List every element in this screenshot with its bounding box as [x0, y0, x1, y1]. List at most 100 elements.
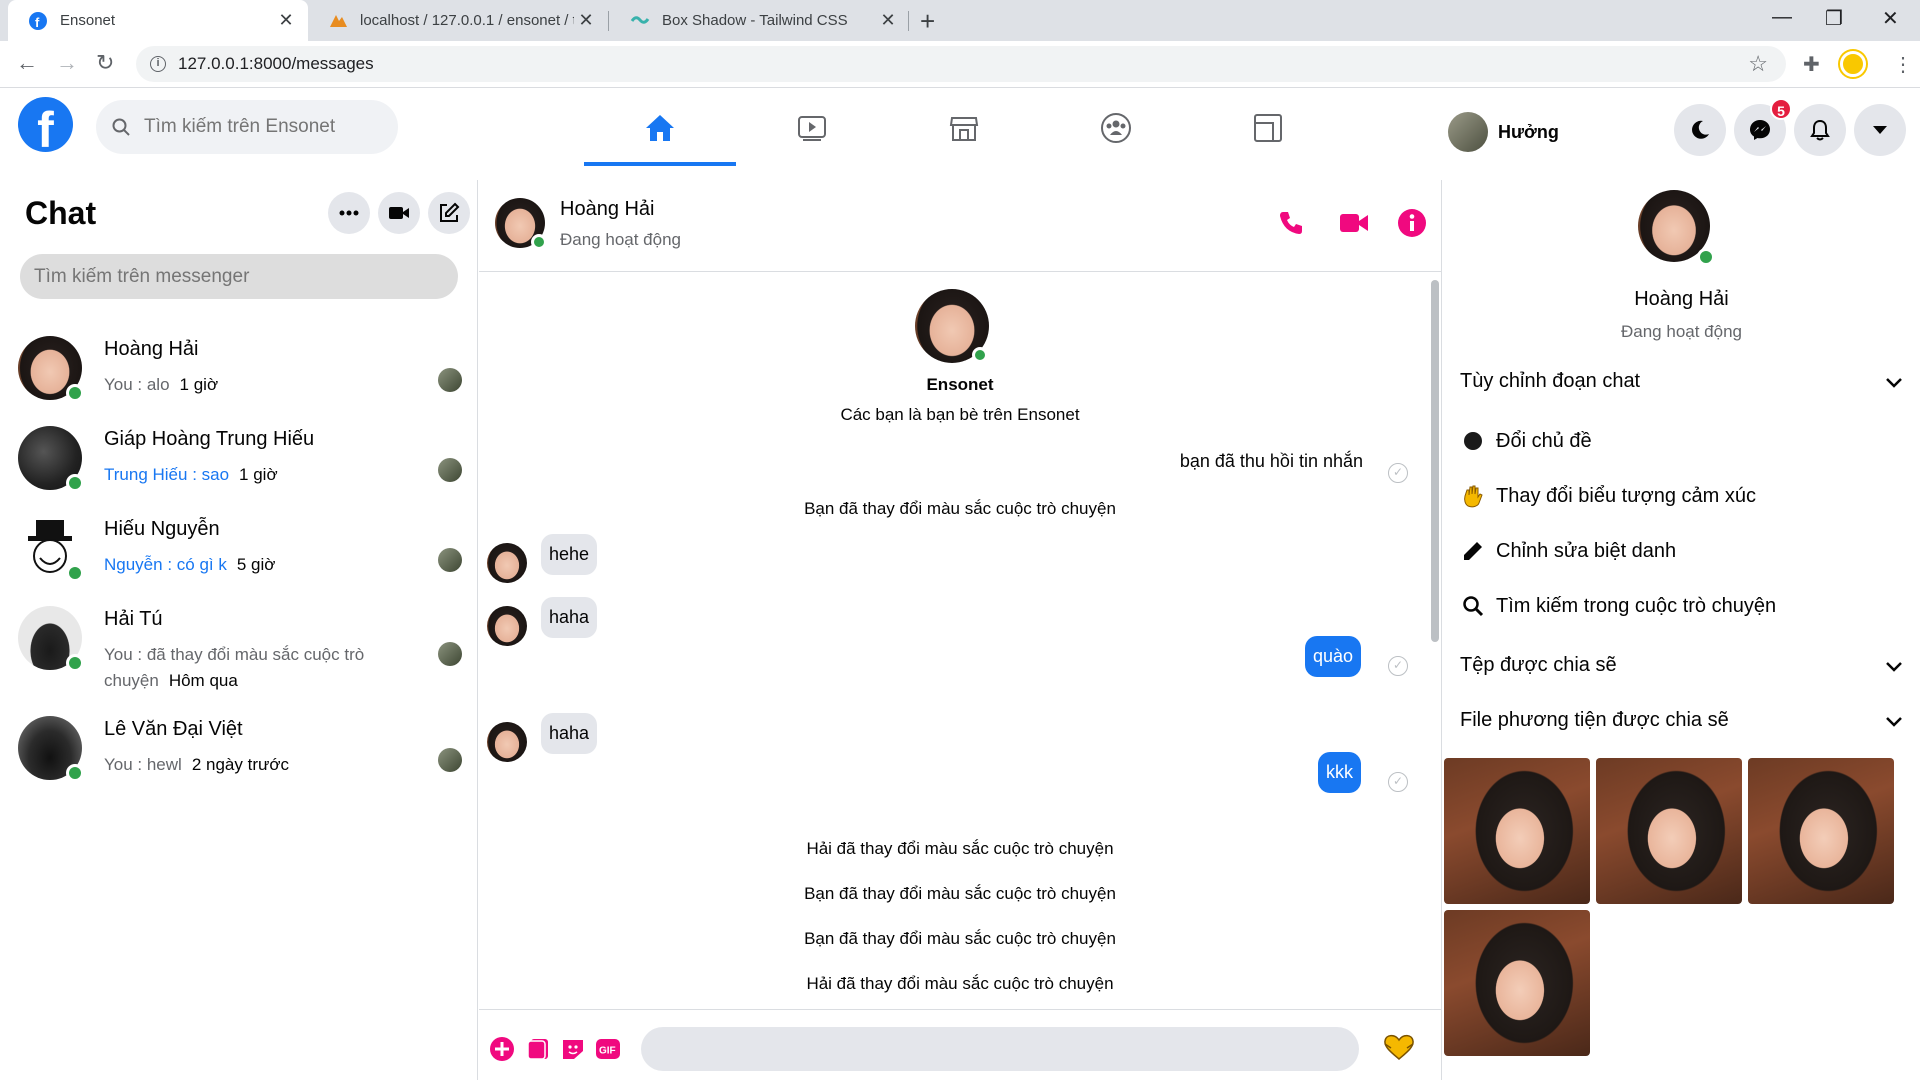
intro-app-name: Ensonet: [926, 375, 994, 394]
url-text[interactable]: 127.0.0.1:8000/messages: [178, 54, 374, 74]
customize-section[interactable]: Tùy chỉnh đoạn chat: [1460, 370, 1905, 393]
back-icon[interactable]: ←: [16, 50, 38, 76]
sticker-button[interactable]: [560, 1036, 586, 1062]
chat-options-button[interactable]: [328, 192, 370, 234]
conversation-name: Hiếu Nguyễn: [104, 518, 220, 540]
change-theme-item[interactable]: Đổi chủ đề: [1460, 428, 1592, 454]
message-composer: GIF: [479, 1009, 1441, 1080]
nav-gaming[interactable]: [1192, 88, 1344, 168]
marketplace-icon: [949, 117, 979, 141]
profile-avatar-icon[interactable]: [1840, 51, 1866, 77]
call-button[interactable]: [1276, 208, 1306, 238]
new-message-button[interactable]: [428, 192, 470, 234]
conversation-item[interactable]: Hoàng Hải You : alo 1 giờ: [18, 336, 468, 416]
send-reaction-button[interactable]: [1382, 1032, 1416, 1062]
shared-media-section[interactable]: File phương tiện được chia sẽ: [1460, 709, 1905, 732]
messenger-search-input[interactable]: [20, 254, 458, 299]
tab-title: localhost / 127.0.0.1 / ensonet / t: [360, 12, 574, 29]
conversation-item[interactable]: Lê Văn Đại Việt You : hewl 2 ngày trước: [18, 716, 468, 796]
global-search[interactable]: [96, 100, 398, 154]
message-input[interactable]: [641, 1027, 1359, 1071]
edit-nickname-item[interactable]: Chỉnh sửa biệt danh: [1460, 538, 1676, 564]
shared-media-thumbnail[interactable]: [1596, 758, 1742, 904]
site-info-icon[interactable]: i: [150, 56, 166, 72]
conversation-item[interactable]: Giáp Hoàng Trung Hiếu Trung Hiếu : sao 1 …: [18, 426, 468, 506]
messenger-button[interactable]: 5: [1734, 98, 1792, 156]
seen-avatar: [438, 748, 462, 772]
message-bubble-incoming[interactable]: haha: [541, 713, 598, 754]
shared-media-thumbnail[interactable]: [1748, 758, 1894, 904]
address-toolbar: ← → ↻ i 127.0.0.1:8000/messages ☆ ✚ ⋮: [0, 41, 1920, 88]
conversation-name: Lê Văn Đại Việt: [104, 718, 243, 740]
message-bubble-outgoing[interactable]: quào: [1304, 636, 1361, 677]
bookmark-star-icon[interactable]: ☆: [1748, 51, 1768, 77]
message-bubble-incoming[interactable]: hehe: [541, 534, 598, 575]
info-status: Đang hoạt động: [1621, 322, 1742, 341]
message-list[interactable]: Ensonet Các bạn là bạn bè trên Ensonet b…: [479, 273, 1441, 1008]
window-close-icon[interactable]: ✕: [1882, 6, 1899, 31]
shared-media-thumbnail[interactable]: [1444, 758, 1590, 904]
item-label: Đổi chủ đề: [1496, 429, 1592, 452]
shared-media-thumbnail[interactable]: [1444, 910, 1590, 1056]
change-emoji-item[interactable]: Thay đổi biểu tượng cảm xúc: [1460, 483, 1756, 509]
message-scrollbar[interactable]: [1431, 280, 1439, 642]
moon-icon: [1692, 120, 1709, 139]
tab-close-icon[interactable]: ✕: [574, 10, 598, 31]
sticker-icon: [563, 1040, 583, 1059]
minimize-icon[interactable]: —: [1772, 6, 1792, 29]
gaming-icon: [1254, 114, 1282, 142]
nav-watch[interactable]: [736, 88, 888, 168]
nav-home[interactable]: [584, 88, 736, 168]
conversation-title[interactable]: Hoàng Hải: [560, 198, 655, 221]
online-indicator: [66, 654, 84, 672]
attach-image-button[interactable]: [525, 1036, 551, 1062]
pencil-icon: [1460, 538, 1486, 564]
extensions-icon[interactable]: ✚: [1803, 52, 1820, 77]
dark-mode-button[interactable]: [1674, 104, 1726, 156]
video-call-button[interactable]: [1339, 208, 1369, 238]
online-indicator: [66, 564, 84, 582]
tab-close-icon[interactable]: ✕: [876, 10, 900, 31]
account-menu-button[interactable]: [1854, 104, 1906, 156]
more-actions-button[interactable]: [489, 1036, 515, 1062]
system-message: Hải đã thay đổi màu sắc cuộc trò chuyện: [806, 974, 1114, 993]
address-bar[interactable]: i 127.0.0.1:8000/messages ☆: [136, 46, 1786, 82]
nav-marketplace[interactable]: [888, 88, 1040, 168]
gif-button[interactable]: GIF: [595, 1036, 621, 1062]
search-conversation-item[interactable]: Tìm kiếm trong cuộc trò chuyện: [1460, 593, 1776, 619]
conversation-item[interactable]: Hải Tú You : đã thay đổi màu sắc cuộc tr…: [18, 606, 468, 690]
message-bubble-outgoing[interactable]: kkk: [1318, 752, 1361, 793]
conversation-name: Hoàng Hải: [104, 338, 199, 360]
conversation-preview: Trung Hiếu : sao 1 giờ: [104, 465, 278, 484]
message-bubble-incoming[interactable]: haha: [541, 597, 598, 638]
browser-tab-phpmyadmin[interactable]: localhost / 127.0.0.1 / ensonet / t ✕: [308, 0, 608, 41]
recalled-message: bạn đã thu hồi tin nhắn: [1179, 451, 1363, 471]
reload-icon[interactable]: ↻: [96, 50, 114, 76]
image-icon: [527, 1039, 548, 1060]
browser-menu-icon[interactable]: ⋮: [1893, 52, 1913, 77]
browser-tabbar: f Ensonet ✕ localhost / 127.0.0.1 / enso…: [0, 0, 1920, 41]
browser-tab-tailwind[interactable]: Box Shadow - Tailwind CSS ✕: [610, 0, 910, 41]
app-header: f Hưởng 5: [0, 88, 1920, 168]
seen-avatar: [438, 368, 462, 392]
tab-close-icon[interactable]: ✕: [274, 10, 298, 31]
new-tab-icon[interactable]: +: [920, 6, 935, 37]
conversation-name: Giáp Hoàng Trung Hiếu: [104, 428, 315, 450]
browser-tab-ensonet[interactable]: f Ensonet ✕: [8, 0, 308, 41]
nav-groups[interactable]: [1040, 88, 1192, 168]
conversation-item[interactable]: Hiếu Nguyễn Nguyễn : có gì k5 giờ: [18, 516, 468, 596]
global-search-input[interactable]: [144, 116, 374, 138]
notifications-button[interactable]: [1794, 104, 1846, 156]
theme-dot-icon: [1460, 428, 1486, 454]
shared-files-section[interactable]: Tệp được chia sẽ: [1460, 654, 1905, 677]
new-room-button[interactable]: [378, 192, 420, 234]
forward-icon[interactable]: →: [56, 50, 78, 76]
profile-link[interactable]: Hưởng: [1448, 112, 1559, 152]
online-indicator: [972, 347, 988, 363]
system-message: Bạn đã thay đổi màu sắc cuộc trò chuyện: [804, 929, 1116, 948]
restore-icon[interactable]: ❐: [1825, 6, 1843, 31]
ensonet-logo-icon[interactable]: f: [18, 97, 73, 152]
conversation-info-button[interactable]: [1397, 208, 1427, 238]
search-icon: [112, 118, 130, 136]
conversation-preview: You : đã thay đổi màu sắc cuộc trò chuyệ…: [104, 645, 365, 690]
